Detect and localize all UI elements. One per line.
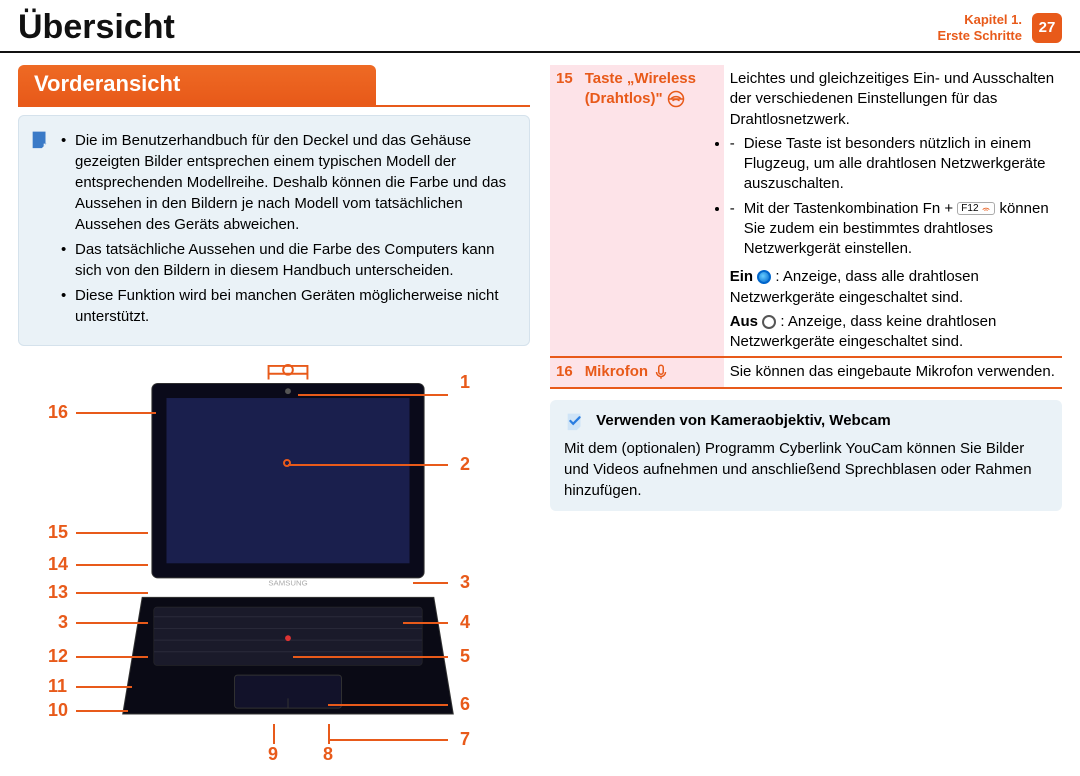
chapter-label: Kapitel 1. Erste Schritte — [937, 12, 1022, 43]
svg-text:SAMSUNG: SAMSUNG — [268, 579, 307, 588]
callout-line — [298, 394, 448, 396]
aus-label: Aus — [730, 313, 758, 330]
row-number: 16 — [550, 357, 579, 387]
left-column: Vorderansicht Die im Benutzerhandbuch fü… — [18, 65, 530, 764]
callout-label: 10 — [48, 700, 68, 721]
row-description: Leichtes und gleichzeitiges Ein- und Aus… — [724, 65, 1062, 263]
callout-line — [76, 564, 148, 566]
content: Vorderansicht Die im Benutzerhandbuch fü… — [0, 53, 1080, 776]
desc-bullet: Diese Taste ist besonders nützlich in ei… — [730, 134, 1056, 195]
callout-label: 4 — [460, 612, 470, 633]
row-description: Sie können das eingebaute Mikrofon verwe… — [724, 357, 1062, 387]
tip-body: Mit dem (optionalen) Programm Cyberlink … — [564, 438, 1048, 501]
callout-line — [413, 582, 448, 584]
callout-line — [76, 622, 148, 624]
callout-label: 16 — [48, 402, 68, 423]
callout-label: 11 — [48, 676, 67, 697]
page-header: Übersicht Kapitel 1. Erste Schritte 27 — [0, 0, 1080, 53]
callout-line — [76, 710, 128, 712]
callout-line — [273, 724, 275, 744]
callout-line — [328, 704, 448, 706]
note-icon — [29, 128, 51, 150]
table-row: 16 Mikrofon Sie können das eingebaute Mi… — [550, 357, 1062, 387]
note-item: Das tatsächliche Aussehen und die Farbe … — [61, 239, 513, 281]
right-column: 15 Taste „Wireless (Drahtlos)" Leichtes … — [550, 65, 1062, 764]
status-on: Ein : Anzeige, dass alle drahtlosen Netz… — [730, 267, 1056, 308]
section-title: Vorderansicht — [18, 65, 376, 105]
desc-bullet: Mit der Tastenkombination Fn + F12 könne… — [730, 199, 1056, 260]
desc-text: Mit der Tastenkombination Fn + — [744, 200, 958, 217]
callout-label: 15 — [48, 522, 68, 543]
microphone-icon — [652, 363, 670, 381]
callout-line — [403, 622, 448, 624]
callout-label: 14 — [48, 554, 68, 575]
note-box: Die im Benutzerhandbuch für den Deckel u… — [18, 115, 530, 346]
callout-label: 8 — [323, 744, 333, 765]
led-off-icon — [762, 315, 776, 329]
callout-label: 3 — [58, 612, 68, 633]
row-name: Mikrofon — [579, 357, 724, 387]
chapter-line2: Erste Schritte — [937, 28, 1022, 44]
row-name: Taste „Wireless (Drahtlos)" — [579, 65, 724, 357]
callout-line — [328, 724, 330, 744]
status-off: Aus : Anzeige, dass keine drahtlosen Net… — [730, 312, 1056, 353]
note-list: Die im Benutzerhandbuch für den Deckel u… — [61, 130, 513, 327]
callout-dot — [283, 459, 291, 467]
wifi-glyph-icon — [981, 204, 991, 212]
table-row-sep — [550, 388, 1062, 390]
page-title: Übersicht — [18, 8, 175, 47]
note-item: Die im Benutzerhandbuch für den Deckel u… — [61, 130, 513, 235]
laptop-illustration: SAMSUNG — [108, 364, 468, 748]
callout-label: 1 — [460, 372, 470, 393]
tip-header: Verwenden von Kameraobjektiv, Webcam — [564, 410, 1048, 432]
callout-line — [76, 656, 148, 658]
header-right: Kapitel 1. Erste Schritte 27 — [937, 12, 1062, 43]
callout-label: 9 — [268, 744, 278, 765]
callout-line — [288, 464, 448, 466]
callout-label: 6 — [460, 694, 470, 715]
row-description: Ein : Anzeige, dass alle drahtlosen Netz… — [724, 263, 1062, 357]
check-note-icon — [564, 410, 586, 432]
wifi-airplane-icon — [667, 90, 685, 108]
row-number: 15 — [550, 65, 579, 357]
callout-label: 13 — [48, 582, 68, 603]
front-view-diagram: SAMSUNG — [18, 364, 530, 764]
callout-line — [76, 686, 132, 688]
callout-label: 7 — [460, 729, 470, 750]
tip-title: Verwenden von Kameraobjektiv, Webcam — [596, 412, 891, 429]
led-on-icon — [757, 270, 771, 284]
note-item: Diese Funktion wird bei manchen Geräten … — [61, 285, 513, 327]
callout-label: 12 — [48, 646, 68, 667]
callout-label: 3 — [460, 572, 470, 593]
callout-line — [76, 592, 148, 594]
feature-table: 15 Taste „Wireless (Drahtlos)" Leichtes … — [550, 65, 1062, 390]
callout-line — [76, 532, 148, 534]
chapter-line1: Kapitel 1. — [937, 12, 1022, 28]
laptop-icon: SAMSUNG — [113, 364, 463, 743]
callout-line — [328, 739, 448, 741]
callout-line — [293, 656, 448, 658]
key-f12-icon: F12 — [957, 202, 995, 215]
desc-bullets: Diese Taste ist besonders nützlich in ei… — [730, 134, 1056, 260]
callout-label: 2 — [460, 454, 470, 475]
callout-label: 5 — [460, 646, 470, 667]
ein-label: Ein — [730, 268, 753, 285]
page-number-badge: 27 — [1032, 13, 1062, 43]
tip-box: Verwenden von Kameraobjektiv, Webcam Mit… — [550, 400, 1062, 511]
feature-name: Mikrofon — [585, 363, 648, 380]
callout-line — [76, 412, 156, 414]
section-underline — [18, 105, 530, 107]
desc-intro: Leichtes und gleichzeitiges Ein- und Aus… — [730, 69, 1056, 130]
table-row: 15 Taste „Wireless (Drahtlos)" Leichtes … — [550, 65, 1062, 263]
